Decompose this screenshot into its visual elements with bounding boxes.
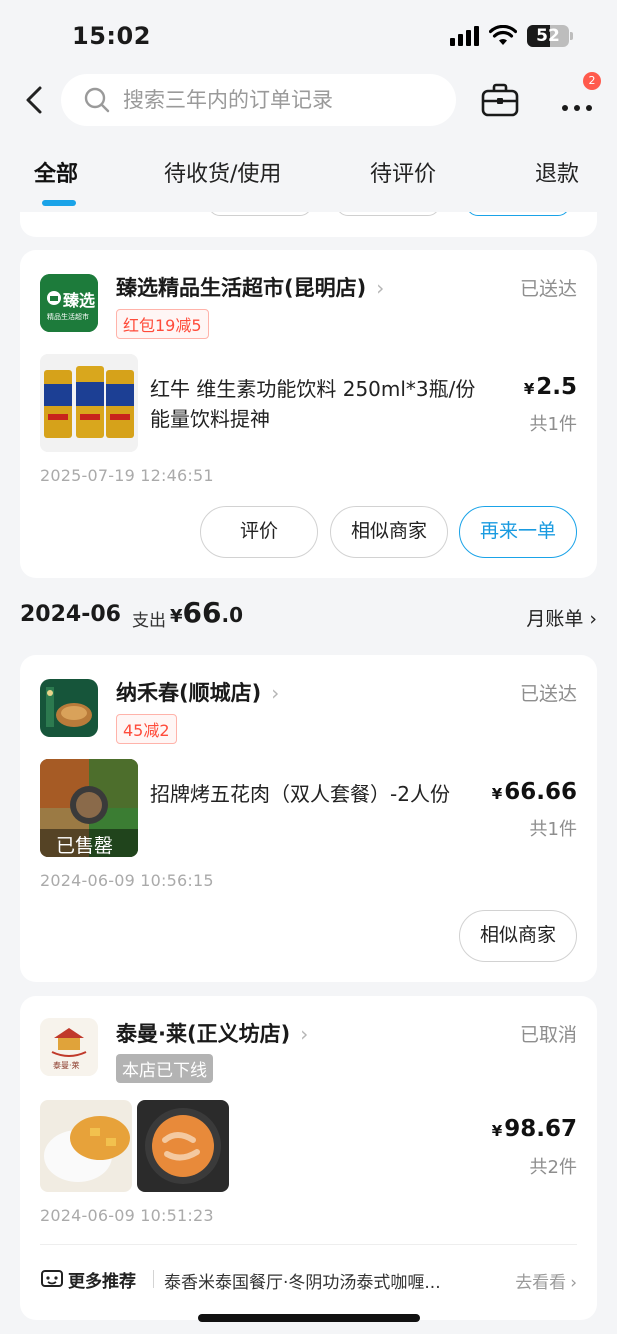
redbull-cans-image bbox=[40, 354, 138, 452]
shop-name: 纳禾春(顺城店) bbox=[116, 681, 262, 705]
shop-logo-art bbox=[40, 679, 98, 737]
store-offline-tag: 本店已下线 bbox=[116, 1054, 213, 1083]
button-stub bbox=[208, 212, 312, 216]
back-icon[interactable] bbox=[20, 84, 50, 116]
sold-out-label: 已售罄 bbox=[56, 835, 114, 857]
shop-logo-subtext: 泰曼·莱 bbox=[53, 1061, 80, 1070]
order-price: ¥98.67 bbox=[492, 1116, 577, 1142]
recommend-text: 泰香米泰国餐厅·冬阴功汤泰式咖喱... bbox=[164, 1273, 441, 1293]
order-price: ¥2.5 bbox=[524, 374, 577, 400]
search-icon bbox=[84, 87, 110, 113]
notification-badge: 2 bbox=[583, 72, 601, 90]
curry-rice-image bbox=[40, 1100, 132, 1192]
shop-logo bbox=[40, 679, 98, 737]
spend-int: 66 bbox=[182, 596, 222, 629]
search-input[interactable] bbox=[123, 88, 423, 112]
tab-refund[interactable]: 退款 bbox=[535, 156, 579, 188]
shop-logo: 臻选 精品生活超市 bbox=[40, 274, 98, 332]
order-status: 已送达 bbox=[519, 683, 577, 705]
top-nav bbox=[0, 72, 617, 128]
order-tabs: 全部 待收货/使用 待评价 退款 bbox=[0, 140, 617, 210]
button-stub bbox=[466, 212, 570, 216]
item-count: 共2件 bbox=[529, 1157, 577, 1178]
order-status: 已取消 bbox=[519, 1024, 577, 1046]
monthly-bill-label: 月账单 bbox=[526, 608, 584, 630]
item-count: 共1件 bbox=[529, 819, 577, 840]
spend-label: 支出 bbox=[132, 611, 166, 631]
recommend-icon bbox=[41, 1270, 63, 1287]
spend-currency: ¥ bbox=[170, 606, 183, 627]
search-box[interactable] bbox=[61, 74, 456, 126]
month-label: 2024-06 bbox=[20, 602, 121, 627]
recommend-divider bbox=[40, 1244, 577, 1245]
price-currency: ¥ bbox=[523, 380, 535, 398]
spend-decimal: .0 bbox=[221, 603, 244, 627]
status-icons: 52 bbox=[450, 25, 573, 47]
product-image bbox=[40, 1100, 132, 1192]
shop-logo-text: 臻选 bbox=[63, 291, 96, 310]
order-status: 已送达 bbox=[519, 278, 577, 300]
tab-pending-receipt[interactable]: 待收货/使用 bbox=[164, 156, 281, 188]
shop-name-link[interactable]: 纳禾春(顺城店) › bbox=[116, 677, 279, 707]
reorder-button[interactable]: 再来一单 bbox=[459, 506, 577, 558]
status-bar: 15:02 52 bbox=[0, 0, 617, 72]
go-see-link[interactable]: 去看看 › bbox=[515, 1268, 577, 1293]
chevron-right-icon: › bbox=[300, 1022, 309, 1046]
shop-name-link[interactable]: 泰曼·莱(正义坊店) › bbox=[116, 1018, 308, 1048]
tab-pending-review[interactable]: 待评价 bbox=[370, 156, 436, 188]
order-card[interactable]: 臻选 精品生活超市 臻选精品生活超市(昆明店) › 已送达 红包19减5 红牛 维… bbox=[20, 250, 597, 578]
chevron-right-icon: › bbox=[271, 681, 280, 705]
product-image: 已售罄 bbox=[40, 759, 138, 857]
order-time: 2025-07-19 12:46:51 bbox=[40, 466, 214, 485]
shop-logo-subtext: 精品生活超市 bbox=[47, 313, 89, 321]
price-value: 2.5 bbox=[536, 374, 577, 400]
signal-icon bbox=[450, 26, 479, 46]
price-currency: ¥ bbox=[491, 1122, 503, 1140]
recommend-title: 更多推荐 bbox=[68, 1272, 136, 1292]
order-card[interactable]: 纳禾春(顺城店) › 已送达 45减2 已售罄 招牌烤五花肉（双人套餐）-2人份 … bbox=[20, 655, 597, 982]
discount-tag: 红包19减5 bbox=[116, 309, 209, 339]
clock: 15:02 bbox=[72, 22, 151, 50]
chevron-right-icon: › bbox=[589, 608, 597, 630]
tom-yum-image bbox=[137, 1100, 229, 1192]
more-recommendations[interactable]: 更多推荐 泰香米泰国餐厅·冬阴功汤泰式咖喱... 去看看 › bbox=[40, 1264, 577, 1294]
similar-shops-button[interactable]: 相似商家 bbox=[459, 910, 577, 962]
product-name: 红牛 维生素功能饮料 250ml*3瓶/份 能量饮料提神 bbox=[150, 377, 476, 431]
price-value: 98.67 bbox=[504, 1116, 577, 1142]
item-count: 共1件 bbox=[529, 414, 577, 435]
wifi-icon bbox=[489, 25, 517, 45]
go-see-label: 去看看 bbox=[515, 1273, 567, 1293]
order-time: 2024-06-09 10:56:15 bbox=[40, 871, 214, 890]
shop-name: 臻选精品生活超市(昆明店) bbox=[116, 276, 367, 300]
price-currency: ¥ bbox=[491, 785, 503, 803]
order-time: 2024-06-09 10:51:23 bbox=[40, 1206, 214, 1225]
tab-indicator bbox=[42, 200, 76, 206]
shop-name: 泰曼·莱(正义坊店) bbox=[116, 1022, 291, 1046]
home-indicator bbox=[198, 1314, 420, 1322]
spend-amount: ¥66.0 bbox=[170, 596, 243, 629]
monthly-bill-link[interactable]: 月账单 › bbox=[526, 604, 597, 631]
price-value: 66.66 bbox=[504, 779, 577, 805]
shop-name-link[interactable]: 臻选精品生活超市(昆明店) › bbox=[116, 272, 384, 302]
shop-logo: 泰曼·莱 bbox=[40, 1018, 98, 1076]
tab-all[interactable]: 全部 bbox=[34, 156, 78, 188]
product-image bbox=[137, 1100, 229, 1192]
chevron-right-icon: › bbox=[376, 276, 385, 300]
previous-card-edge bbox=[20, 212, 597, 237]
order-price: ¥66.66 bbox=[492, 779, 577, 805]
month-summary: 2024-06 支出 ¥66.0 月账单 › bbox=[20, 596, 597, 636]
product-name: 招牌烤五花肉（双人套餐）-2人份 bbox=[150, 782, 450, 806]
review-button[interactable]: 评价 bbox=[200, 506, 318, 558]
briefcase-icon[interactable] bbox=[480, 82, 520, 118]
recommend-separator bbox=[153, 1270, 154, 1288]
similar-shops-button[interactable]: 相似商家 bbox=[330, 506, 448, 558]
discount-tag: 45减2 bbox=[116, 714, 177, 744]
product-image bbox=[40, 354, 138, 452]
button-stub bbox=[336, 212, 440, 216]
battery-level: 52 bbox=[536, 26, 560, 46]
battery-icon: 52 bbox=[527, 25, 573, 47]
chevron-right-icon: › bbox=[570, 1273, 577, 1293]
